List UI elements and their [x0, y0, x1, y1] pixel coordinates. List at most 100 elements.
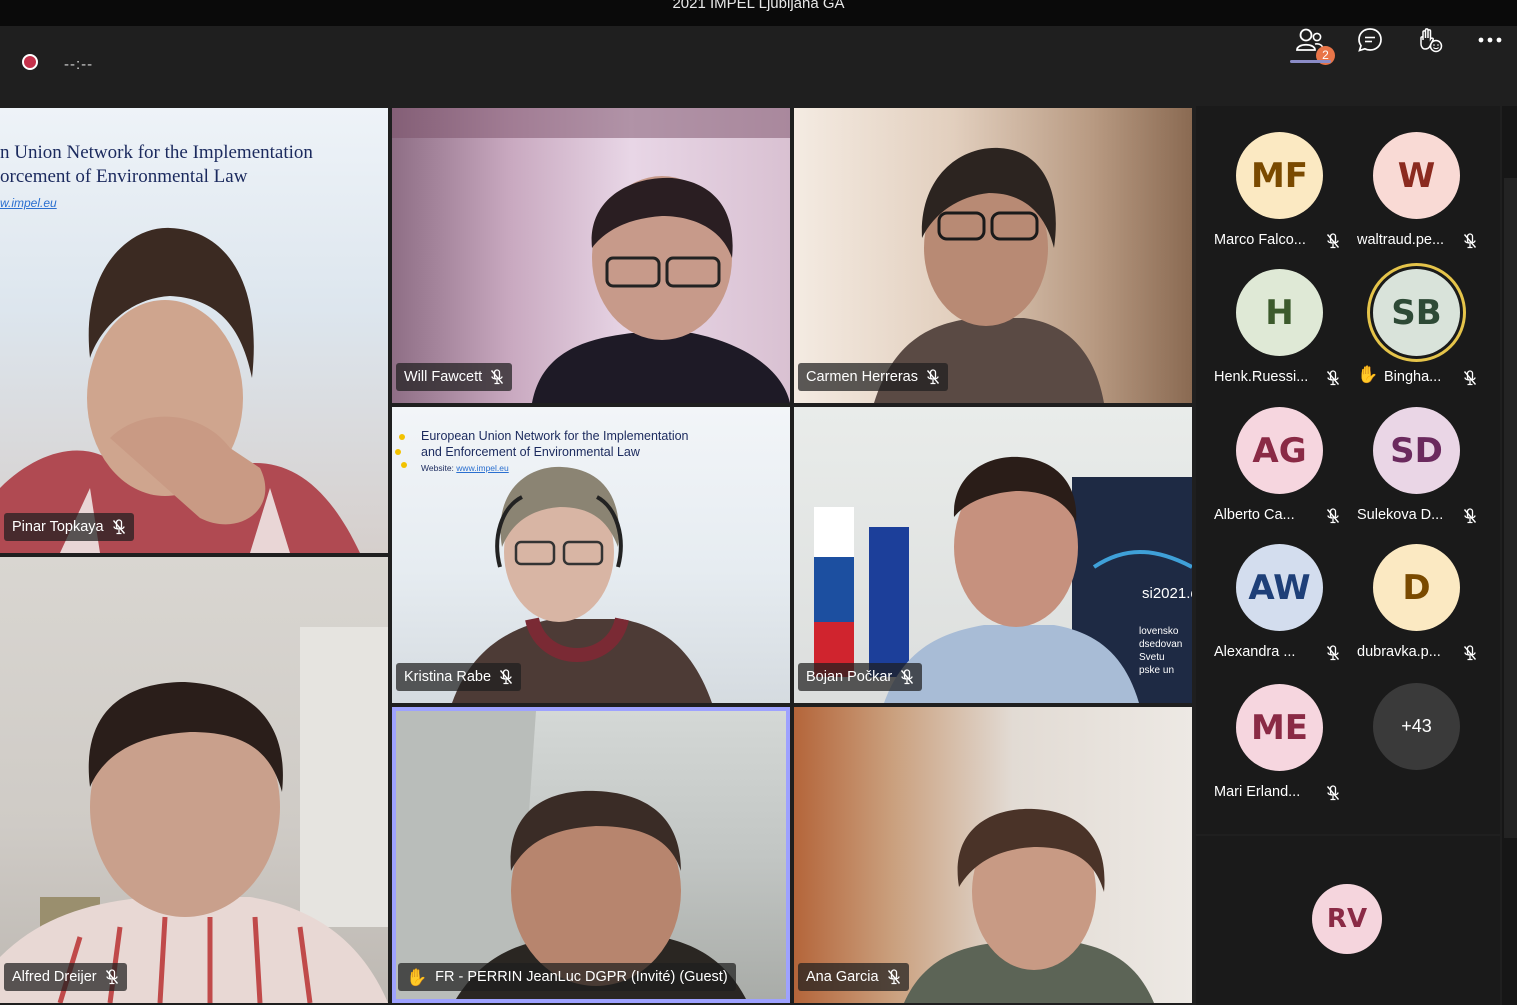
- participant-name: Kristina Rabe: [404, 669, 492, 685]
- banner-text: si2021.eu: [1142, 585, 1192, 602]
- slide-link: w.impel.eu: [0, 196, 57, 210]
- participant-name: FR - PERRIN JeanLuc DGPR (Invité) (Guest…: [435, 969, 728, 985]
- mic-off-icon: [1463, 508, 1477, 524]
- roster-name: Bingha...: [1384, 369, 1442, 385]
- roster-item[interactable]: AG Alberto Ca...: [1210, 407, 1347, 537]
- raise-hand-icon: [1420, 28, 1443, 53]
- participant-name-tag: Will Fawcett: [396, 363, 513, 391]
- mic-off-icon: [500, 669, 513, 685]
- avatar: AG: [1236, 407, 1323, 494]
- video-tile-alfred-dreijer[interactable]: Alfred Dreijer: [0, 557, 388, 1003]
- roster-item[interactable]: D dubravka.p...: [1347, 544, 1484, 674]
- participant-video-perrin: [396, 711, 746, 999]
- participant-name: Carmen Herreras: [806, 369, 918, 385]
- meeting-timer: --:--: [64, 56, 94, 73]
- video-tile-perrin-jeanluc[interactable]: ✋ FR - PERRIN JeanLuc DGPR (Invité) (Gue…: [392, 707, 790, 1003]
- roster-name: Marco Falco...: [1214, 232, 1306, 248]
- mic-off-icon: [1326, 233, 1340, 249]
- avatar: AW: [1236, 544, 1323, 631]
- chat-icon: [1358, 28, 1382, 52]
- mic-off-icon: [1463, 370, 1477, 386]
- participant-name-tag: Kristina Rabe: [396, 663, 522, 691]
- roster-name: Alberto Ca...: [1214, 507, 1295, 523]
- banner-caption-line: Svetu: [1139, 652, 1165, 663]
- participant-name-tag: Carmen Herreras: [798, 363, 948, 391]
- slide-line-1: European Union Network for the Implement…: [421, 429, 689, 443]
- avatar: D: [1373, 544, 1460, 631]
- mic-off-icon: [1326, 785, 1340, 801]
- roster-item[interactable]: H Henk.Ruessi...: [1210, 269, 1347, 399]
- mic-off-icon: [1463, 645, 1477, 661]
- roster-name: Alexandra ...: [1214, 644, 1296, 660]
- slide-website-label: Website:: [421, 463, 454, 473]
- people-active-indicator: [1290, 60, 1331, 63]
- avatar: ME: [1236, 684, 1323, 771]
- roster-item[interactable]: W waltraud.pe...: [1347, 132, 1484, 262]
- participant-name: Ana Garcia: [806, 969, 879, 985]
- avatar: W: [1373, 132, 1460, 219]
- video-tile-carmen-herreras[interactable]: Carmen Herreras: [794, 108, 1192, 403]
- recording-icon: [22, 54, 38, 70]
- participant-name-tag: Alfred Dreijer: [4, 963, 127, 991]
- avatar: H: [1236, 269, 1323, 356]
- participant-name: Will Fawcett: [404, 369, 483, 385]
- raised-hand-icon: ✋: [406, 967, 428, 987]
- spotlight-avatar: RV: [1312, 884, 1382, 954]
- mic-off-icon: [1326, 370, 1340, 386]
- participant-video-carmen: [874, 147, 1104, 403]
- participant-name-tag: Pinar Topkaya: [4, 513, 134, 541]
- slide-line-2: and Enforcement of Environmental Law: [421, 445, 640, 459]
- mic-off-icon: [105, 969, 118, 985]
- roster-item[interactable]: SD Sulekova D...: [1347, 407, 1484, 537]
- meeting-title: 2021 IMPEL Ljubljana GA: [672, 0, 845, 12]
- banner-caption: lovensko dsedovan Svetu pske un: [1139, 625, 1182, 677]
- banner-caption-line: lovensko: [1139, 626, 1179, 637]
- participant-video-ana: [904, 808, 1154, 1003]
- more-icon: [1478, 37, 1502, 43]
- roster-name: Henk.Ruessi...: [1214, 369, 1309, 385]
- video-tile-pinar-topkaya[interactable]: n Union Network for the Implementation o…: [0, 108, 388, 553]
- mic-off-icon: [887, 969, 900, 985]
- video-tile-bojan-pockar[interactable]: si2021.eu lovensko dsedovan Svetu pske u…: [794, 407, 1192, 703]
- mic-off-icon: [901, 669, 914, 685]
- mic-off-icon: [926, 369, 940, 385]
- spotlight-panel: RV: [1196, 836, 1500, 1005]
- participant-name-tag: Ana Garcia: [798, 963, 909, 991]
- participant-name: Pinar Topkaya: [12, 519, 104, 535]
- roster-item[interactable]: ME Mari Erland...: [1210, 684, 1347, 814]
- raised-hand-icon: ✋: [1357, 365, 1379, 384]
- mic-off-icon: [491, 369, 504, 385]
- video-tile-will-fawcett[interactable]: Will Fawcett: [392, 108, 790, 403]
- avatar: SB: [1373, 269, 1460, 356]
- roster-item[interactable]: SB ✋ Bingha...: [1347, 263, 1484, 399]
- mic-off-icon: [1463, 233, 1477, 249]
- roster-item[interactable]: MF Marco Falco...: [1210, 132, 1347, 262]
- video-tile-kristina-rabe[interactable]: European Union Network for the Implement…: [392, 407, 790, 703]
- participant-video-alfred: [0, 627, 388, 1003]
- mic-off-icon: [112, 519, 125, 535]
- participant-name: Bojan Počkar: [806, 669, 893, 685]
- slide-link: www.impel.eu: [456, 463, 509, 473]
- video-tile-ana-garcia[interactable]: Ana Garcia: [794, 707, 1192, 1003]
- roster-item[interactable]: AW Alexandra ...: [1210, 544, 1347, 674]
- slide-line-2: orcement of Environmental Law: [0, 166, 248, 187]
- participant-video-will: [392, 108, 790, 403]
- roster-name: waltraud.pe...: [1357, 232, 1445, 248]
- participant-name-tag: Bojan Počkar: [798, 663, 923, 691]
- participant-video-bojan: [814, 456, 1192, 703]
- avatar: SD: [1373, 407, 1460, 494]
- raise-hand-button[interactable]: [1410, 22, 1450, 58]
- mic-off-icon: [1326, 508, 1340, 524]
- roster-name: Mari Erland...: [1214, 784, 1301, 800]
- more-participants-button[interactable]: +43: [1347, 683, 1484, 813]
- banner-caption-line: dsedovan: [1139, 639, 1183, 650]
- slide-website: Website: www.impel.eu: [421, 463, 509, 473]
- roster-name: Sulekova D...: [1357, 507, 1444, 523]
- avatar: MF: [1236, 132, 1323, 219]
- chat-button[interactable]: [1350, 22, 1390, 58]
- more-options-button[interactable]: [1470, 22, 1510, 58]
- slide-line-1: n Union Network for the Implementation: [0, 142, 313, 163]
- banner-caption-line: pske un: [1139, 665, 1175, 676]
- participant-name-tag: ✋ FR - PERRIN JeanLuc DGPR (Invité) (Gue…: [398, 963, 736, 991]
- scroll-thumb[interactable]: [1504, 178, 1517, 838]
